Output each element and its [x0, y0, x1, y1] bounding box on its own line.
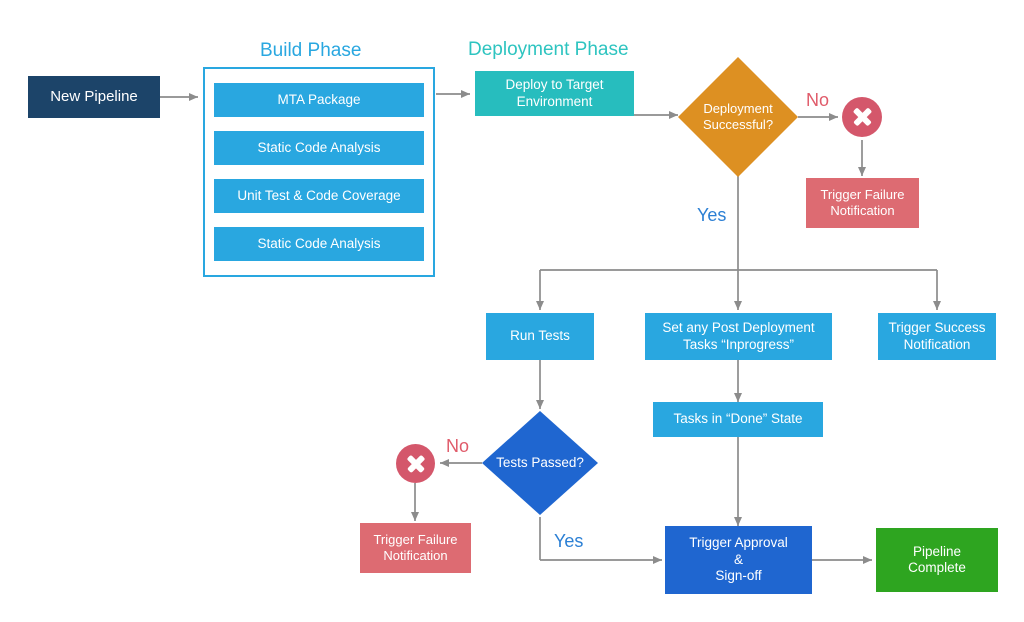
node-unit-test-code-coverage[interactable]: Unit Test & Code Coverage	[214, 179, 424, 213]
node-set-post-deployment[interactable]: Set any Post Deployment Tasks “Inprogres…	[645, 313, 832, 360]
phase-title-deployment: Deployment Phase	[468, 39, 629, 60]
edge-label-yes-bottom: Yes	[554, 531, 584, 551]
phase-title-build: Build Phase	[260, 40, 362, 61]
node-static-code-analysis-2[interactable]: Static Code Analysis	[214, 227, 424, 261]
node-deploy-to-target[interactable]: Deploy to Target Environment	[475, 71, 634, 116]
node-pipeline-complete[interactable]: Pipeline Complete	[876, 528, 998, 592]
node-tests-passed-label: Tests Passed?	[496, 454, 584, 470]
node-tasks-done-state[interactable]: Tasks in “Done” State	[653, 402, 823, 437]
node-trigger-failure-top[interactable]: Trigger Failure Notification	[806, 178, 919, 228]
node-deployment-successful[interactable]: Deployment Successful?	[676, 55, 800, 179]
node-mta-package[interactable]: MTA Package	[214, 83, 424, 117]
failure-x-icon-top[interactable]	[842, 97, 882, 137]
node-new-pipeline[interactable]: New Pipeline	[28, 76, 160, 118]
failure-x-icon-bottom[interactable]	[396, 444, 435, 483]
node-tests-passed[interactable]: Tests Passed?	[480, 409, 600, 517]
node-deployment-successful-label: Deployment Successful?	[702, 101, 774, 132]
node-static-code-analysis-1[interactable]: Static Code Analysis	[214, 131, 424, 165]
node-trigger-approval[interactable]: Trigger Approval & Sign-off	[665, 526, 812, 594]
node-trigger-success[interactable]: Trigger Success Notification	[878, 313, 996, 360]
flowchart-canvas: X --> X (bottom) -->	[0, 0, 1024, 622]
edge-label-no-bottom: No	[446, 436, 470, 456]
edge-label-no-top: No	[806, 90, 830, 110]
node-trigger-failure-bottom[interactable]: Trigger Failure Notification	[360, 523, 471, 573]
edge-label-yes-main: Yes	[697, 205, 727, 225]
node-run-tests[interactable]: Run Tests	[486, 313, 594, 360]
